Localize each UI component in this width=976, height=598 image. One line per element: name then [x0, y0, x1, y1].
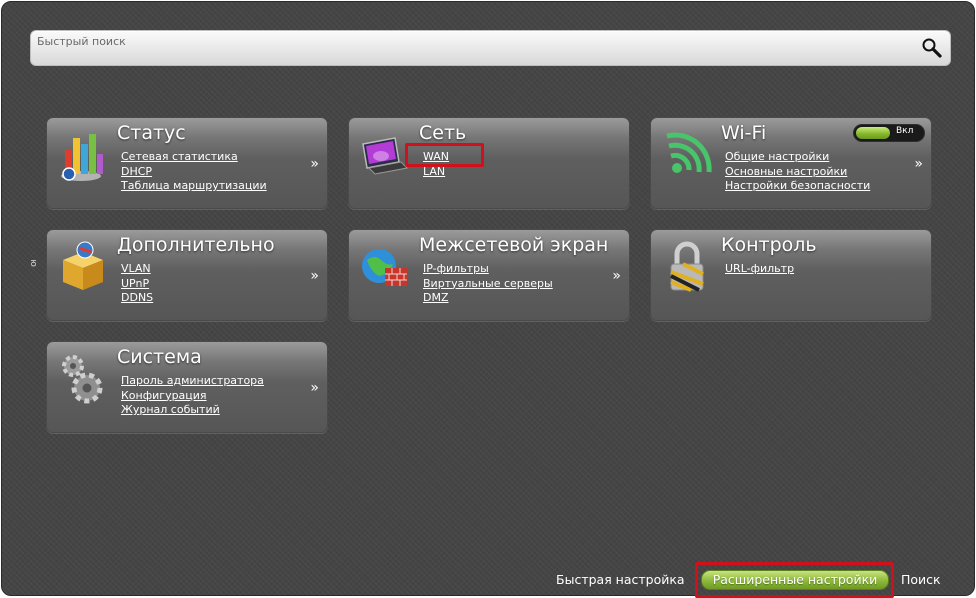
side-marker: ю	[27, 259, 38, 267]
bar-chart-icon	[57, 126, 109, 184]
link-virtual-servers[interactable]: Виртуальные серверы	[423, 277, 553, 292]
tile-firewall-more-arrow[interactable]: »	[612, 268, 621, 284]
tile-control-title: Контроль	[721, 234, 817, 256]
tile-status-more-arrow[interactable]: »	[310, 156, 319, 172]
advanced-settings-button[interactable]: Расширенные настройки	[701, 570, 889, 590]
link-admin-password[interactable]: Пароль администратора	[121, 374, 264, 389]
link-wan[interactable]: WAN	[423, 150, 449, 165]
wifi-toggle-label: Вкл	[896, 126, 914, 136]
link-dmz[interactable]: DMZ	[423, 291, 553, 306]
link-ip-filters[interactable]: IP-фильтры	[423, 262, 553, 277]
search-icon	[922, 38, 942, 58]
tile-firewall-links: IP-фильтры Виртуальные серверы DMZ	[423, 262, 553, 306]
gears-icon	[57, 350, 109, 408]
search-link[interactable]: Поиск	[901, 572, 941, 587]
wifi-icon	[661, 126, 713, 184]
computer-icon	[359, 126, 411, 184]
tile-wifi-more-arrow[interactable]: »	[914, 156, 923, 172]
wifi-toggle-knob	[856, 127, 890, 139]
search-button[interactable]	[920, 36, 944, 60]
tile-control-links: URL-фильтр	[725, 262, 794, 277]
tile-status-links: Сетевая статистика DHCP Таблица маршрути…	[121, 150, 267, 194]
link-lan[interactable]: LAN	[423, 165, 449, 180]
tile-system: Система Пароль администратора Конфигурац…	[46, 341, 328, 433]
link-configuration[interactable]: Конфигурация	[121, 389, 264, 404]
main-panel: ю Статус Сетевая статистика DHCP Таблица…	[1, 1, 976, 598]
globe-firewall-icon	[359, 238, 411, 296]
padlock-icon	[661, 238, 713, 296]
tile-wifi-title: Wi-Fi	[721, 122, 767, 144]
link-ddns[interactable]: DDNS	[121, 291, 153, 306]
link-dhcp[interactable]: DHCP	[121, 165, 267, 180]
tile-advanced-links: VLAN UPnP DDNS	[121, 262, 153, 306]
link-vlan[interactable]: VLAN	[121, 262, 153, 277]
tile-control: Контроль URL-фильтр	[650, 229, 932, 321]
tile-firewall: Межсетевой экран IP-фильтры Виртуальные …	[348, 229, 630, 321]
quick-search-bar	[30, 30, 951, 66]
tile-system-links: Пароль администратора Конфигурация Журна…	[121, 374, 264, 418]
tile-status: Статус Сетевая статистика DHCP Таблица м…	[46, 117, 328, 209]
tile-advanced-more-arrow[interactable]: »	[310, 268, 319, 284]
tile-advanced: Дополнительно VLAN UPnP DDNS »	[46, 229, 328, 321]
wifi-toggle[interactable]: Вкл	[853, 124, 925, 142]
link-wifi-security[interactable]: Настройки безопасности	[725, 179, 870, 194]
tile-firewall-title: Межсетевой экран	[419, 234, 609, 256]
tile-wifi-links: Общие настройки Основные настройки Настр…	[725, 150, 870, 194]
link-event-log[interactable]: Журнал событий	[121, 403, 264, 418]
tile-network-title: Сеть	[419, 122, 467, 144]
link-routing-table[interactable]: Таблица маршрутизации	[121, 179, 267, 194]
link-url-filter[interactable]: URL-фильтр	[725, 262, 794, 277]
tile-status-title: Статус	[117, 122, 186, 144]
link-upnp[interactable]: UPnP	[121, 277, 153, 292]
tile-wifi: Wi-Fi Вкл Общие настройки Основные настр…	[650, 117, 932, 209]
tile-system-more-arrow[interactable]: »	[310, 380, 319, 396]
quick-search-input[interactable]	[37, 33, 907, 49]
link-wifi-basic[interactable]: Основные настройки	[725, 165, 870, 180]
tile-network: Сеть WAN LAN	[348, 117, 630, 209]
tile-network-links: WAN LAN	[423, 150, 449, 179]
tile-advanced-title: Дополнительно	[117, 234, 275, 256]
tile-system-title: Система	[117, 346, 202, 368]
quick-setup-link[interactable]: Быстрая настройка	[556, 572, 685, 587]
link-wifi-general[interactable]: Общие настройки	[725, 150, 870, 165]
box-icon	[57, 238, 109, 296]
link-network-statistics[interactable]: Сетевая статистика	[121, 150, 267, 165]
bottom-bar: Быстрая настройка Расширенные настройки …	[2, 562, 976, 592]
